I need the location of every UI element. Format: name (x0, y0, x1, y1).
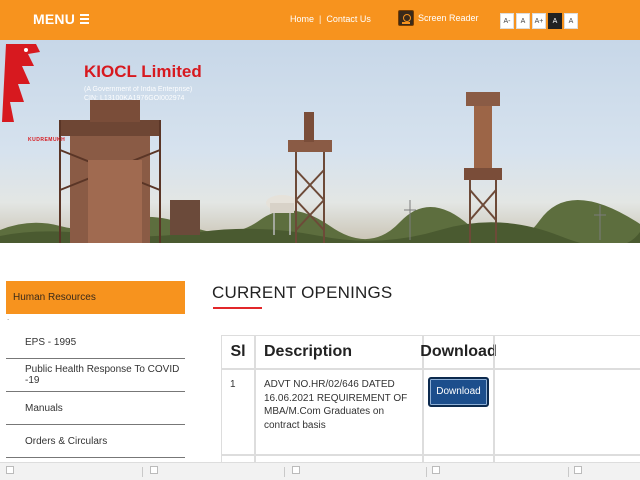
bottom-divider (568, 467, 569, 477)
bottom-tab[interactable] (150, 466, 158, 474)
font-decrease-button[interactable]: A- (500, 13, 514, 29)
title-underline (213, 307, 262, 309)
screen-reader-link[interactable]: Screen Reader (398, 10, 479, 26)
sidebar-item-human-resources[interactable]: Human Resources (6, 281, 185, 314)
light-contrast-button[interactable]: A (564, 13, 578, 29)
sidebar: Human Resources . EPS - 1995 Public Heal… (6, 281, 185, 458)
bottom-divider (142, 467, 143, 477)
row-description: ADVT NO.HR/02/646 DATED 16.06.2021 REQUI… (255, 369, 423, 455)
row-filler (494, 369, 640, 455)
font-increase-button[interactable]: A+ (532, 13, 546, 29)
row-sl: 1 (221, 369, 255, 455)
font-size-controls: A- A A+ A A (500, 13, 578, 29)
bottom-divider (426, 467, 427, 477)
kiocl-logo (2, 44, 40, 122)
menu-label: MENU (33, 11, 76, 27)
bottom-tab[interactable] (6, 466, 14, 474)
header-filler (494, 335, 640, 369)
header-download: Download (420, 335, 497, 369)
sidebar-item-covid-response[interactable]: Public Health Response To COVID -19 (6, 359, 185, 392)
bottom-tab[interactable] (432, 466, 440, 474)
logo-mark-text: KUDREMUKH (28, 137, 66, 143)
dark-contrast-button[interactable]: A (548, 13, 562, 29)
font-normal-button[interactable]: A (516, 13, 530, 29)
hero-banner: KIOCL Limited (A Government of India Ent… (0, 40, 640, 243)
sidebar-item-orders-circulars[interactable]: Orders & Circulars (6, 425, 185, 458)
sidebar-dot: . (7, 313, 10, 322)
header-description: Description (255, 335, 423, 369)
screen-reader-icon (398, 10, 414, 26)
hamburger-icon (80, 14, 90, 24)
company-subtitle: (A Government of India Enterprise) CIN: … (84, 85, 192, 103)
table-row: 1 ADVT NO.HR/02/646 DATED 16.06.2021 REQ… (221, 369, 640, 455)
link-separator: | (319, 14, 322, 24)
top-bar: MENU Home | Contact Us Screen Reader A- … (0, 0, 640, 40)
bottom-tab[interactable] (574, 466, 582, 474)
table-header-row: Sl Description Download (221, 335, 640, 369)
cin-number: CIN: L13100KA1976GOI002974 (84, 95, 185, 102)
sidebar-item-eps-1995[interactable]: EPS - 1995 (6, 326, 185, 359)
header-sl: Sl (221, 335, 255, 369)
bottom-toolbar (0, 462, 640, 480)
home-link[interactable]: Home (290, 14, 314, 24)
openings-table: Sl Description Download 1 ADVT NO.HR/02/… (221, 335, 640, 465)
company-name: KIOCL Limited (84, 62, 202, 81)
contact-us-link[interactable]: Contact Us (326, 14, 371, 24)
download-button[interactable]: Download (428, 377, 489, 407)
row-download-cell: Download (423, 369, 494, 455)
bottom-divider (284, 467, 285, 477)
government-enterprise-label: (A Government of India Enterprise) (84, 86, 193, 93)
bottom-tab[interactable] (292, 466, 300, 474)
menu-button[interactable]: MENU (33, 11, 90, 27)
page-title: CURRENT OPENINGS (212, 283, 393, 302)
top-links: Home | Contact Us (290, 14, 371, 24)
sidebar-item-manuals[interactable]: Manuals (6, 392, 185, 425)
screen-reader-label: Screen Reader (418, 13, 479, 23)
